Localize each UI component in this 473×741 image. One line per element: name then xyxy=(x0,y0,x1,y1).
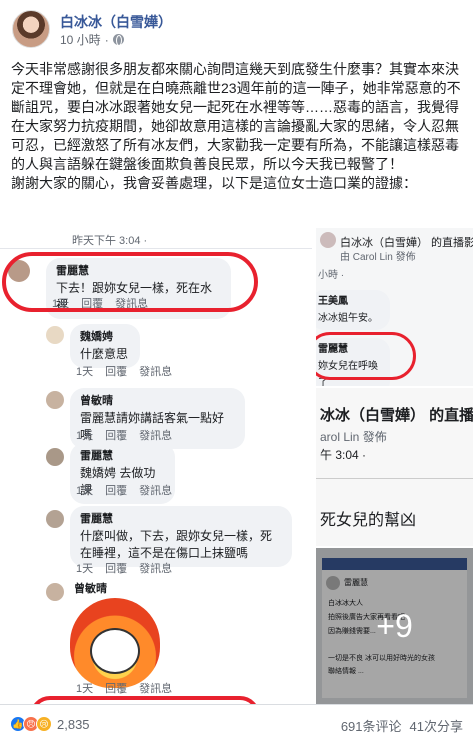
message-link: 發訊息 xyxy=(139,683,173,695)
post-text: 今天非常感謝很多朋友都來關心詢問這幾天到底發生什麼事？其實本來決定不理會她，但就… xyxy=(11,61,461,191)
commenter-name: 王美鳳 xyxy=(318,296,348,307)
fire-sticker xyxy=(70,598,160,688)
comment-bubble: 雷麗慧 什麼叫做，下去，跟妳女兒一樣，死在睡裡，這不是在傷口上抹鹽嗎 xyxy=(70,506,292,567)
globe-icon[interactable] xyxy=(112,34,124,46)
commenter-name: 雷麗慧 xyxy=(80,513,113,525)
evidence-image-3[interactable]: 冰冰（白雪嬅） 的直播影片 arol Lin 發佈 午 3:04 · 死女兒的幫… xyxy=(316,388,473,546)
post-footer: 👍 😠 😢 2,835 691条评论 41次分享 xyxy=(0,704,473,741)
highlight-circle xyxy=(2,252,258,312)
posted-by: 由 Carol Lin 發佈 xyxy=(340,252,416,263)
reactions-summary[interactable]: 👍 😠 😢 2,835 xyxy=(10,716,90,732)
post-time: 午 3:04 · xyxy=(320,448,367,462)
message-link: 發訊息 xyxy=(139,430,173,442)
divider xyxy=(0,248,312,249)
screenshot-time: 昨天下午 3:04 · xyxy=(72,235,148,247)
comment-age: 1天 xyxy=(76,563,94,575)
commenter-name: 曾敏晴 xyxy=(74,583,107,595)
cat-face xyxy=(90,628,140,674)
sad-icon: 😢 xyxy=(36,716,52,732)
reply-link: 回覆 xyxy=(105,563,128,575)
post-time: 小時 · xyxy=(318,270,345,281)
reply-link: 回覆 xyxy=(105,683,128,695)
post-header: 白冰冰（白雪嬅） 10 小時 · xyxy=(0,0,473,56)
commenter-name: 曾敏晴 xyxy=(80,395,113,407)
comment-actions: 1天 回覆 發訊息 xyxy=(76,680,172,696)
comment-actions: 1天 回覆 發訊息 xyxy=(76,427,172,443)
post-media-grid: 昨天下午 3:04 · 雷麗慧 下去！跟妳女兒一樣，死在水裡 1天 回覆 發訊息… xyxy=(0,228,473,704)
message-link: 發訊息 xyxy=(139,485,173,497)
comment-bubble: 魏嬌娉 什麼意思 xyxy=(70,324,140,368)
commenter-avatar xyxy=(46,448,64,466)
more-photos-count: +9 xyxy=(376,607,413,644)
comment-text: 死女兒的幫凶 xyxy=(320,512,417,529)
author-avatar[interactable] xyxy=(12,10,50,48)
post-time[interactable]: 10 小時 xyxy=(60,31,101,48)
comments-count[interactable]: 691条评论 xyxy=(341,716,402,735)
comment-bubble: 王美鳳 冰冰姐午安。 xyxy=(316,290,390,330)
commenter-name: 魏嬌娉 xyxy=(80,331,113,343)
commenter-avatar xyxy=(46,510,64,528)
comment-text: 冰冰姐午安。 xyxy=(318,313,378,324)
comment-age: 1天 xyxy=(76,430,94,442)
comment-text: 什麼叫做，下去，跟妳女兒一樣，死在睡裡，這不是在傷口上抹鹽嗎 xyxy=(80,529,273,560)
comment-actions: 1天 回覆 發訊息 xyxy=(76,560,172,576)
comment-text: 什麼意思 xyxy=(80,347,129,361)
posted-by: arol Lin 發佈 xyxy=(320,430,387,444)
commenter-avatar xyxy=(46,326,64,344)
commenter-avatar xyxy=(46,583,64,601)
reply-link: 回覆 xyxy=(105,430,128,442)
meta-separator: · xyxy=(104,32,109,47)
highlight-circle xyxy=(316,332,416,380)
highlight-circle xyxy=(30,696,260,704)
message-link: 發訊息 xyxy=(139,366,173,378)
message-link: 發訊息 xyxy=(139,563,173,575)
more-photos-overlay[interactable]: +9 xyxy=(316,548,473,704)
comment-actions: 1天 回覆 發訊息 xyxy=(76,363,172,379)
evidence-image-2[interactable]: 白冰冰（白雪嬅） 的直播影片 由 Carol Lin 發佈 小時 · 王美鳳 冰… xyxy=(316,228,473,386)
comment-age: 1天 xyxy=(76,683,94,695)
divider xyxy=(316,478,473,479)
post-meta: 10 小時 · xyxy=(60,31,124,48)
comment-age: 1天 xyxy=(76,366,94,378)
reply-link: 回覆 xyxy=(105,485,128,497)
comment-age: 1天 xyxy=(76,485,94,497)
commenter-avatar xyxy=(46,391,64,409)
post-stats: 691条评论 41次分享 xyxy=(341,716,463,735)
reaction-count: 2,835 xyxy=(57,716,90,732)
evidence-image-main[interactable]: 昨天下午 3:04 · 雷麗慧 下去！跟妳女兒一樣，死在水裡 1天 回覆 發訊息… xyxy=(0,228,314,704)
comment-actions: 1天 回覆 發訊息 xyxy=(76,482,172,498)
reply-link: 回覆 xyxy=(105,366,128,378)
commenter-name: 雷麗慧 xyxy=(80,450,113,462)
evidence-image-4[interactable]: 雷麗慧 白冰冰大人 拍照後廣告大家再看看吧 因為賺錢需要... 一切是不良 冰可… xyxy=(316,548,473,704)
page-avatar xyxy=(320,232,336,248)
shares-count[interactable]: 41次分享 xyxy=(410,716,463,735)
author-name[interactable]: 白冰冰（白雪嬅） xyxy=(60,12,172,32)
live-title: 冰冰（白雪嬅） 的直播影片 xyxy=(320,407,473,424)
